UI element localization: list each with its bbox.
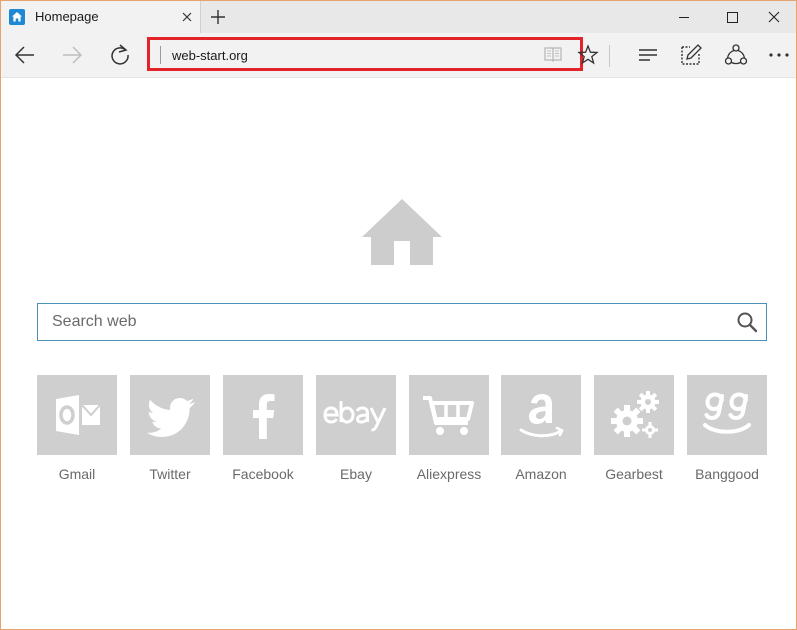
tab-strip: Homepage: [1, 1, 796, 33]
ebay-icon: [323, 401, 387, 432]
toolbar: [1, 33, 796, 78]
maximize-icon[interactable]: [708, 1, 754, 33]
tile-amazon[interactable]: Amazon: [501, 375, 581, 485]
tile-icon-box: [409, 375, 489, 455]
tile-icon-box: [501, 375, 581, 455]
home-icon: [9, 9, 25, 25]
tile-label: Gmail: [58, 466, 96, 482]
tile-icon-box: [594, 375, 674, 455]
tile-ebay[interactable]: Ebay: [316, 375, 396, 485]
close-tab-icon[interactable]: [179, 9, 195, 25]
tile-label: Amazon: [515, 466, 567, 482]
tile-icon-box: [223, 375, 303, 455]
more-icon[interactable]: [765, 41, 793, 69]
tile-label: Banggood: [695, 466, 759, 482]
tile-gmail[interactable]: Gmail: [37, 375, 117, 485]
tile-gearbest[interactable]: Gearbest: [594, 375, 674, 485]
close-window-icon[interactable]: [751, 1, 796, 33]
refresh-icon[interactable]: [106, 41, 134, 69]
tile-icon-box: [316, 375, 396, 455]
tile-aliexpress[interactable]: Aliexpress: [409, 375, 489, 485]
search-icon[interactable]: [736, 311, 758, 333]
facebook-icon: [253, 394, 275, 439]
back-arrow-icon[interactable]: [11, 41, 39, 69]
tile-label: Facebook: [232, 466, 294, 482]
tile-icon-box: [130, 375, 210, 455]
forward-arrow-icon[interactable]: [58, 41, 86, 69]
shortcut-tiles: Gmail Twitter Facebook Ebay Aliexpress A…: [37, 375, 767, 485]
address-bar[interactable]: [147, 37, 583, 71]
browser-window: Homepage web-start.org Search web Gmail …: [0, 0, 797, 630]
tile-label: Ebay: [340, 466, 372, 482]
new-tab-icon[interactable]: [207, 6, 229, 28]
minimize-icon[interactable]: [661, 1, 707, 33]
home-icon: [362, 197, 442, 267]
address-input[interactable]: [172, 48, 512, 63]
share-icon[interactable]: [722, 41, 750, 69]
tile-icon-box: [37, 375, 117, 455]
banggood-icon: [703, 392, 751, 434]
reading-view-icon[interactable]: [543, 44, 563, 64]
toolbar-separator: [609, 45, 610, 67]
tile-label: Twitter: [149, 466, 191, 482]
outlook-icon: [56, 395, 101, 435]
tile-banggood[interactable]: Banggood: [687, 375, 767, 485]
tile-facebook[interactable]: Facebook: [223, 375, 303, 485]
tile-icon-box: [687, 375, 767, 455]
address-divider: [160, 46, 161, 64]
tile-label: Gearbest: [605, 466, 663, 482]
star-icon[interactable]: [574, 41, 602, 69]
tile-twitter[interactable]: Twitter: [130, 375, 210, 485]
tile-label: Aliexpress: [416, 466, 482, 482]
tab-title: Homepage: [35, 9, 99, 24]
amazon-icon: [519, 394, 564, 438]
twitter-icon: [146, 398, 195, 437]
hub-icon[interactable]: [634, 41, 662, 69]
shopping-cart-icon: [423, 396, 474, 435]
search-box: [37, 303, 767, 341]
tab-homepage[interactable]: Homepage: [1, 1, 201, 33]
search-input[interactable]: [52, 304, 712, 340]
gears-icon: [611, 391, 659, 438]
web-note-icon[interactable]: [677, 41, 705, 69]
